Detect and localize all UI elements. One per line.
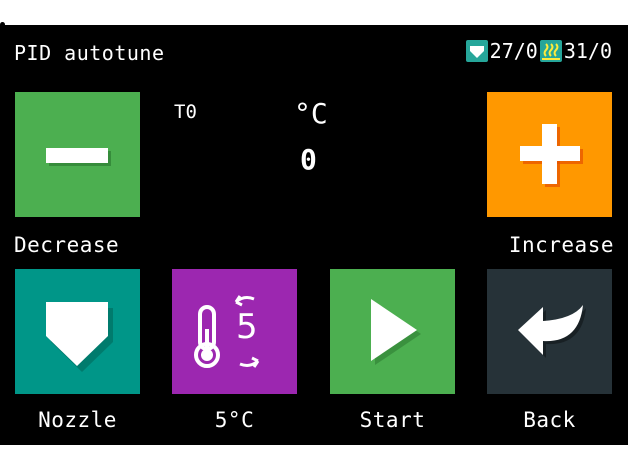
- thermometer-step-icon: [194, 295, 260, 368]
- bed-status-icon: [539, 40, 562, 62]
- unit-label: °C: [294, 97, 328, 130]
- nozzle-button[interactable]: [15, 269, 140, 394]
- minus-icon: [46, 148, 111, 166]
- play-icon: [371, 299, 421, 365]
- plus-icon: [520, 124, 583, 187]
- decrease-label: Decrease: [14, 233, 120, 257]
- step-label: 5°C: [214, 408, 255, 432]
- decrease-button[interactable]: [15, 92, 140, 217]
- back-arrow-icon: [518, 305, 586, 358]
- status-temperatures: 27/0 31/0: [465, 39, 614, 63]
- back-button[interactable]: [487, 269, 612, 394]
- start-label: Start: [359, 408, 426, 432]
- tool-label: T0: [174, 101, 197, 123]
- printer-screen: PID autotune 27/0 31/0 Decrease T0 °C 0: [0, 25, 628, 445]
- start-button[interactable]: [330, 269, 455, 394]
- step-digit: 5: [236, 307, 258, 347]
- nozzle-temperature: 27/0: [489, 39, 538, 63]
- back-label: Back: [523, 408, 576, 432]
- page-title: PID autotune: [14, 41, 165, 65]
- increase-button[interactable]: [487, 92, 612, 217]
- step-button[interactable]: 5: [172, 269, 297, 394]
- target-value: 0: [300, 143, 317, 176]
- nozzle-icon: [46, 302, 113, 372]
- increase-label: Increase: [508, 233, 614, 257]
- bed-temperature: 31/0: [563, 39, 612, 63]
- nozzle-status-icon: [465, 40, 488, 62]
- nozzle-label: Nozzle: [38, 408, 117, 432]
